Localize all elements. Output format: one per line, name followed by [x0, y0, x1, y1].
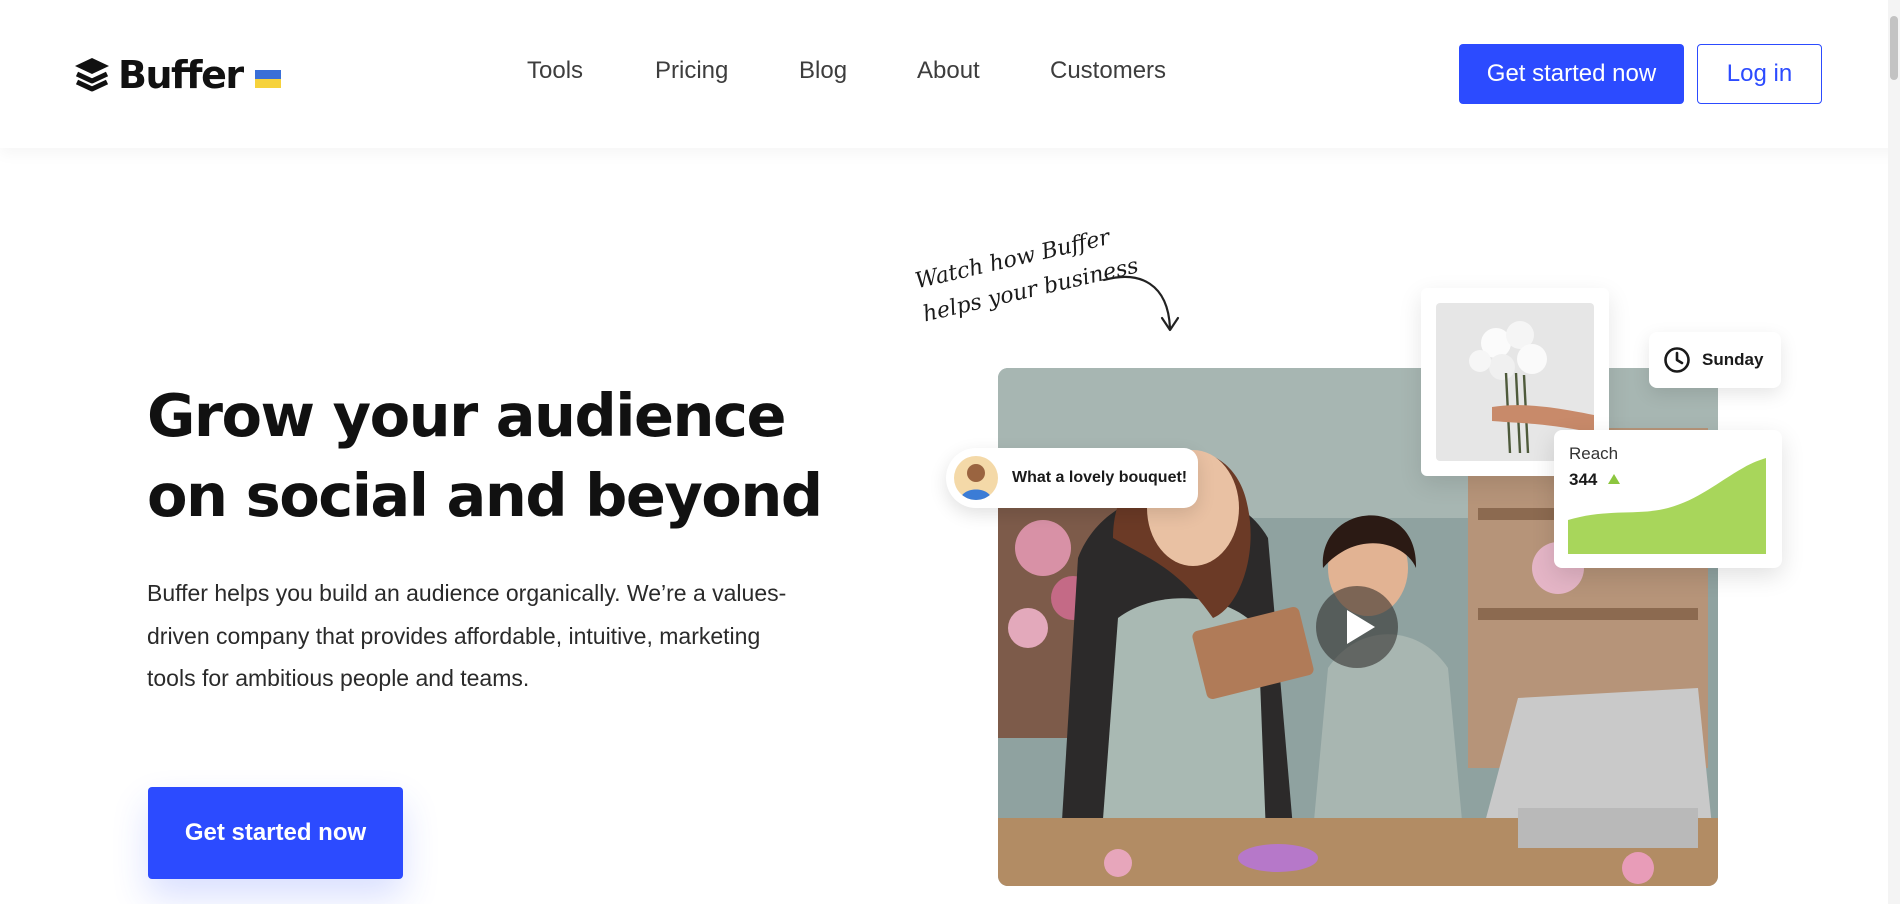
nav-blog[interactable]: Blog [799, 56, 847, 86]
scrollbar[interactable] [1888, 0, 1900, 904]
day-label: Sunday [1702, 350, 1764, 369]
hero-title-line: on social and beyond [147, 461, 823, 530]
hero-get-started-button[interactable]: Get started now [148, 787, 403, 879]
login-button[interactable]: Log in [1697, 44, 1822, 104]
nav-customers[interactable]: Customers [1050, 56, 1166, 86]
brand-name: Buffer [118, 53, 244, 97]
buffer-logo[interactable]: Buffer [72, 52, 281, 98]
nav-tools[interactable]: Tools [527, 56, 583, 86]
hero-description-line: driven company that provides affordable,… [147, 622, 761, 649]
hero-description-line: Buffer helps you build an audience organ… [147, 580, 787, 606]
schedule-day-card: Sunday [1649, 332, 1781, 388]
play-icon [1346, 610, 1375, 644]
hero-description: Buffer helps you build an audience organ… [147, 572, 787, 700]
hero-description-line: tools for ambitious people and teams. [147, 665, 530, 691]
buffer-logo-icon [75, 58, 109, 92]
avatar [954, 456, 998, 500]
nav-pricing[interactable]: Pricing [655, 56, 728, 86]
reach-stats-card: Reach 344 [1554, 430, 1782, 568]
hero-title: Grow your audience on social and beyond [147, 376, 847, 536]
comment-bubble: What a lovely bouquet! [946, 448, 1198, 508]
comment-text: What a lovely bouquet! [1012, 469, 1188, 486]
reach-area-chart [1568, 458, 1766, 554]
site-header: Buffer Tools Pricing Blog About Customer… [0, 0, 1900, 148]
ukraine-flag-icon [254, 70, 281, 88]
hero-title-line: Grow your audience [147, 381, 787, 450]
clock-icon [1664, 347, 1690, 373]
curved-arrow-icon [1102, 275, 1180, 332]
scrollbar-thumb[interactable] [1890, 16, 1898, 80]
play-button[interactable] [1316, 586, 1398, 668]
get-started-button[interactable]: Get started now [1459, 44, 1684, 104]
nav-about[interactable]: About [917, 56, 980, 86]
